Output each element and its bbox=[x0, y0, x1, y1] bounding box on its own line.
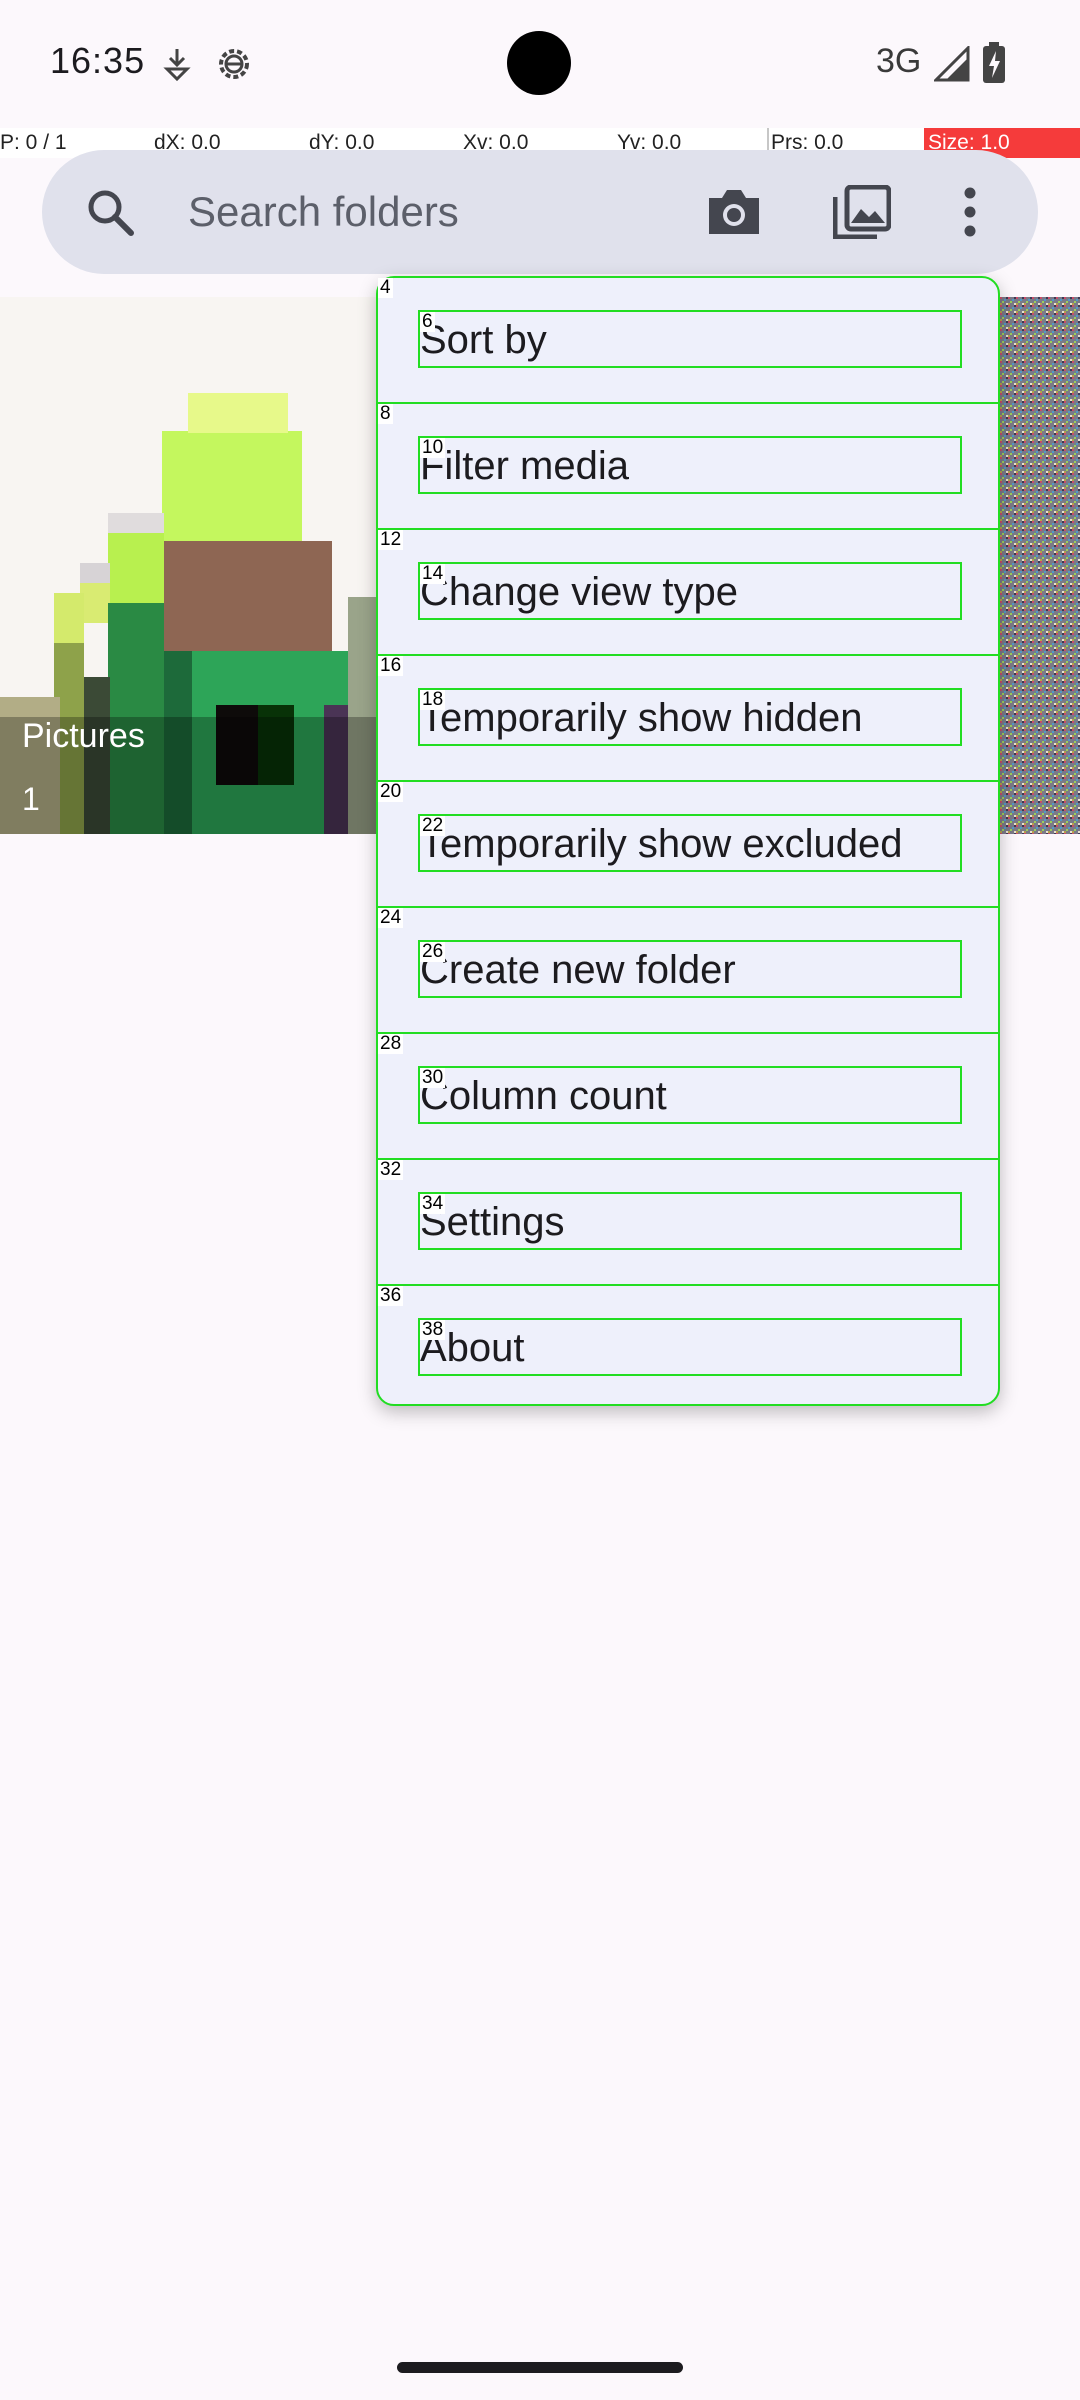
menu-item-show-excluded[interactable]: 20 Temporarily show excluded 22 bbox=[378, 782, 998, 908]
menu-item-sort-by[interactable]: 4 Sort by 6 bbox=[378, 278, 998, 404]
menu-item-label: Column count bbox=[420, 1074, 667, 1118]
status-bar: 16:35 3G bbox=[0, 0, 1080, 128]
menu-item-label: Temporarily show excluded bbox=[420, 822, 903, 866]
element-tag: 14 bbox=[420, 563, 446, 584]
menu-item-title: Settings 34 bbox=[418, 1192, 962, 1250]
element-tag: 30 bbox=[420, 1067, 446, 1088]
menu-item-title: Temporarily show hidden 18 bbox=[418, 688, 962, 746]
menu-item-filter-media[interactable]: 8 Filter media 10 bbox=[378, 404, 998, 530]
element-tag: 22 bbox=[420, 815, 446, 836]
menu-item-label: Sort by bbox=[420, 318, 547, 362]
gallery-button[interactable] bbox=[824, 174, 900, 250]
element-tag: 24 bbox=[378, 907, 404, 928]
gesture-navigation-bar[interactable] bbox=[397, 2362, 683, 2373]
element-tag: 32 bbox=[378, 1159, 404, 1180]
menu-item-title: Create new folder 26 bbox=[418, 940, 962, 998]
menu-item-title: Column count 30 bbox=[418, 1066, 962, 1124]
element-tag: 12 bbox=[378, 529, 404, 550]
menu-item-title: Temporarily show excluded 22 bbox=[418, 814, 962, 872]
menu-item-label: Change view type bbox=[420, 570, 738, 614]
download-icon bbox=[163, 49, 191, 81]
element-tag: 16 bbox=[378, 655, 404, 676]
camera-cutout bbox=[507, 31, 571, 95]
menu-item-title: About 38 bbox=[418, 1318, 962, 1376]
signal-icon bbox=[934, 46, 970, 82]
menu-item-about[interactable]: 36 About 38 bbox=[378, 1286, 998, 1412]
menu-item-label: Create new folder bbox=[420, 948, 736, 992]
element-tag: 4 bbox=[378, 277, 393, 298]
menu-item-title: Filter media 10 bbox=[418, 436, 962, 494]
element-tag: 20 bbox=[378, 781, 404, 802]
more-options-button[interactable] bbox=[932, 174, 1008, 250]
folder-item-count: 1 bbox=[22, 781, 40, 817]
menu-item-title: Change view type 14 bbox=[418, 562, 962, 620]
element-tag: 10 bbox=[420, 437, 446, 458]
menu-item-column-count[interactable]: 28 Column count 30 bbox=[378, 1034, 998, 1160]
search-bar[interactable] bbox=[42, 150, 1038, 274]
status-time: 16:35 bbox=[50, 40, 146, 81]
camera-icon bbox=[709, 190, 759, 234]
gallery-icon bbox=[833, 185, 891, 239]
battery-icon bbox=[983, 42, 1005, 83]
overflow-menu: 4 Sort by 6 8 Filter media 10 12 Change … bbox=[376, 276, 1000, 1406]
settings-gear-icon bbox=[219, 49, 249, 79]
camera-button[interactable] bbox=[696, 174, 772, 250]
menu-item-create-new-folder[interactable]: 24 Create new folder 26 bbox=[378, 908, 998, 1034]
search-icon[interactable] bbox=[84, 186, 136, 238]
search-input[interactable] bbox=[188, 172, 708, 252]
menu-item-show-hidden[interactable]: 16 Temporarily show hidden 18 bbox=[378, 656, 998, 782]
element-tag: 38 bbox=[420, 1319, 446, 1340]
network-type: 3G bbox=[876, 42, 922, 80]
element-tag: 36 bbox=[378, 1285, 404, 1306]
element-tag: 8 bbox=[378, 403, 393, 424]
element-tag: 18 bbox=[420, 689, 446, 710]
element-tag: 6 bbox=[420, 311, 435, 332]
more-vert-icon bbox=[964, 187, 976, 237]
menu-item-label: Filter media bbox=[420, 444, 629, 488]
menu-item-change-view-type[interactable]: 12 Change view type 14 bbox=[378, 530, 998, 656]
element-tag: 28 bbox=[378, 1033, 404, 1054]
menu-item-settings[interactable]: 32 Settings 34 bbox=[378, 1160, 998, 1286]
menu-item-label: Temporarily show hidden bbox=[420, 696, 863, 740]
element-tag: 26 bbox=[420, 941, 446, 962]
menu-item-title: Sort by 6 bbox=[418, 310, 962, 368]
folder-name: Pictures bbox=[22, 717, 145, 755]
element-tag: 34 bbox=[420, 1193, 446, 1214]
